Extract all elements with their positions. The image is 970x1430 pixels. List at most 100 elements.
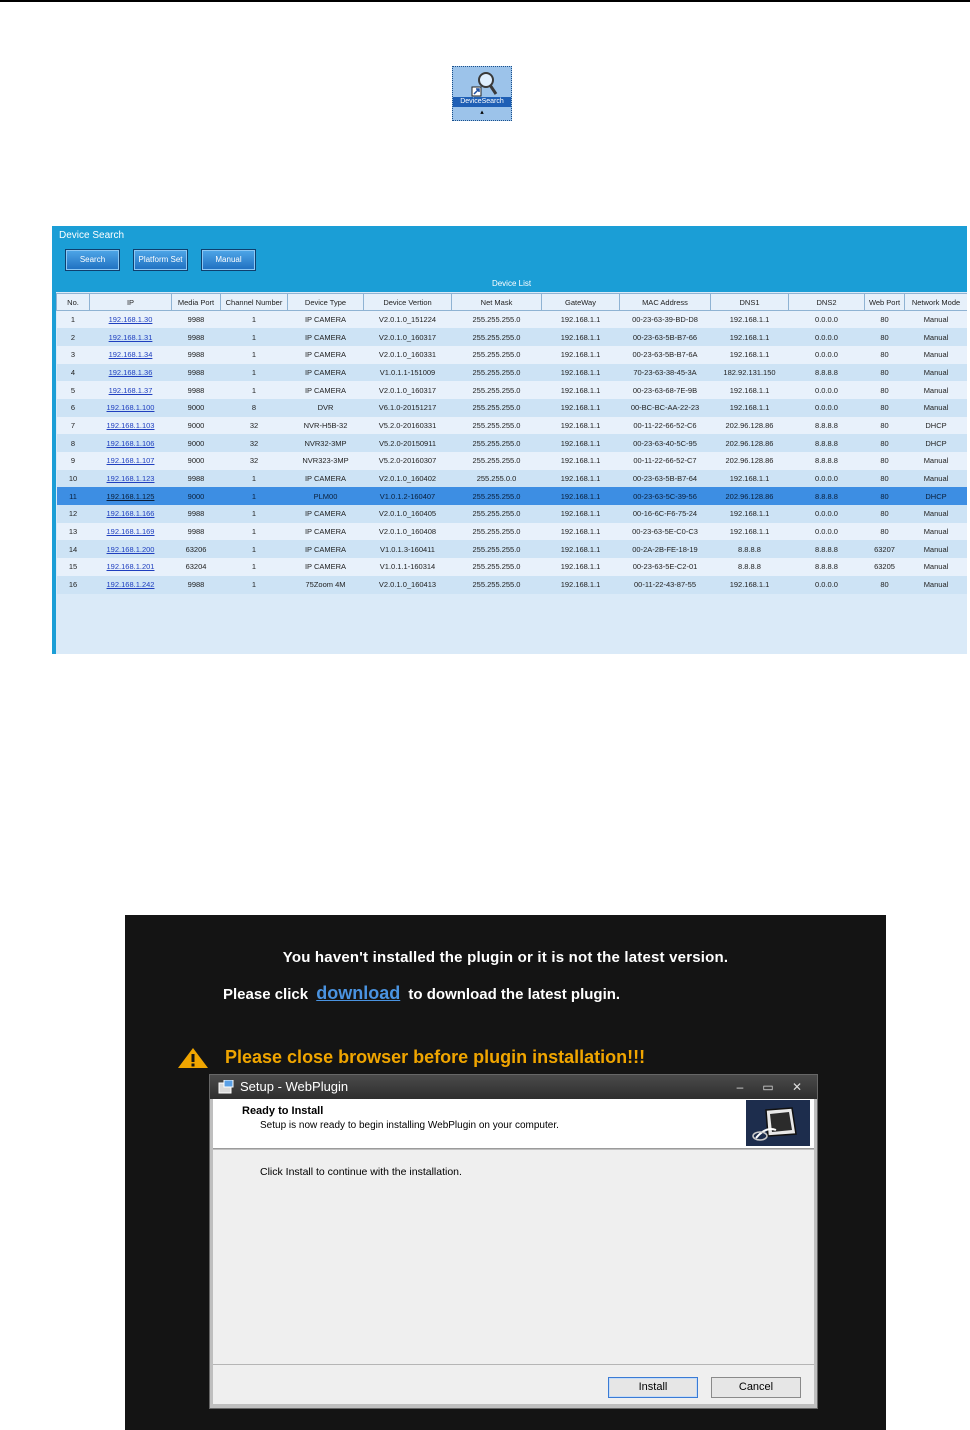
table-cell: 15: [56, 558, 90, 576]
table-cell: 9988: [171, 381, 221, 399]
table-cell: Manual: [904, 310, 967, 329]
device-ip-link[interactable]: 192.168.1.123: [89, 469, 172, 488]
table-cell: 255.255.255.0: [451, 575, 542, 594]
column-header[interactable]: Network Mode: [904, 293, 967, 311]
table-cell: 00-23-63-5C-39-56: [619, 487, 711, 506]
column-header[interactable]: Net Mask: [451, 293, 542, 311]
download-link[interactable]: download: [316, 983, 400, 1003]
table-cell: 0.0.0.0: [788, 381, 865, 399]
table-row[interactable]: 15 192.168.1.201 63204 1 IP CAMERA V1.0.1.1-1…: [56, 558, 967, 576]
table-cell: Manual: [904, 505, 967, 523]
table-cell: 1: [220, 345, 288, 364]
table-cell: IP CAMERA: [287, 469, 364, 488]
table-header-row: No. IP Media Port Channel Number Device Type…: [56, 293, 967, 311]
table-cell: 182.92.131.150: [710, 363, 789, 382]
table-cell: 192.168.1.1: [541, 575, 620, 594]
device-ip-link[interactable]: 192.168.1.31: [89, 328, 172, 346]
table-cell: 192.168.1.1: [541, 381, 620, 399]
device-ip-link[interactable]: 192.168.1.107: [89, 452, 172, 470]
table-row[interactable]: 4 192.168.1.36 9988 1 IP CAMERA V1.0.1.1-1510…: [56, 363, 967, 382]
table-cell: Manual: [904, 381, 967, 399]
column-header[interactable]: Device Vertion: [363, 293, 452, 311]
table-cell: V2.0.1.0_160317: [363, 328, 452, 346]
table-cell: 9988: [171, 363, 221, 382]
table-cell: 32: [220, 434, 288, 452]
manual-setting-button[interactable]: Manual Setting: [201, 249, 256, 284]
device-ip-link[interactable]: 192.168.1.125: [89, 487, 172, 506]
table-cell: Manual: [904, 345, 967, 364]
table-cell: 00-23-63-5E-C0-C3: [619, 522, 711, 541]
table-cell: 4: [56, 363, 90, 382]
table-row[interactable]: 1 192.168.1.30 9988 1 IP CAMERA V2.0.1.0_1512…: [56, 310, 967, 329]
device-ip-link[interactable]: 192.168.1.201: [89, 558, 172, 576]
column-header[interactable]: DNS2: [788, 293, 865, 311]
table-cell: V1.0.1.1-160314: [363, 558, 452, 576]
table-row[interactable]: 11 192.168.1.125 9000 1 PLM00 V1.0.1.2-160407…: [56, 487, 967, 506]
table-row[interactable]: 5 192.168.1.37 9988 1 IP CAMERA V2.0.1.0_1603…: [56, 381, 967, 399]
column-header[interactable]: No.: [56, 293, 90, 311]
warning-icon: [178, 1048, 208, 1068]
device-ip-link[interactable]: 192.168.1.200: [89, 540, 172, 559]
device-ip-link[interactable]: 192.168.1.106: [89, 434, 172, 452]
device-search-window: Device Search Search Platform Set Manual…: [52, 226, 967, 654]
table-row[interactable]: 12 192.168.1.166 9988 1 IP CAMERA V2.0.1.0_16…: [56, 505, 967, 523]
device-ip-link[interactable]: 192.168.1.169: [89, 522, 172, 541]
search-button[interactable]: Search: [65, 249, 120, 271]
table-row[interactable]: 7 192.168.1.103 9000 32 NVR-H5B-32 V5.2.0-201…: [56, 416, 967, 435]
table-cell: 80: [864, 487, 905, 506]
setup-body: Click Install to continue with the insta…: [213, 1150, 814, 1364]
table-cell: 1: [220, 575, 288, 594]
table-cell: 80: [864, 434, 905, 452]
column-header[interactable]: Media Port: [171, 293, 221, 311]
column-header[interactable]: DNS1: [710, 293, 789, 311]
table-cell: 8.8.8.8: [788, 558, 865, 576]
device-ip-link[interactable]: 192.168.1.34: [89, 345, 172, 364]
table-cell: 63206: [171, 540, 221, 559]
install-button[interactable]: Install: [608, 1377, 698, 1398]
table-cell: 255.255.255.0: [451, 398, 542, 417]
table-cell: V1.0.1.3-160411: [363, 540, 452, 559]
table-cell: 8.8.8.8: [788, 540, 865, 559]
maximize-icon[interactable]: ▭: [757, 1075, 779, 1099]
table-cell: 5: [56, 381, 90, 399]
plugin-download-line: Please click download to download the la…: [223, 983, 620, 1004]
device-ip-link[interactable]: 192.168.1.166: [89, 505, 172, 523]
platform-set-button[interactable]: Platform Set: [133, 249, 188, 271]
minimize-icon[interactable]: –: [729, 1075, 751, 1099]
column-header[interactable]: IP: [89, 293, 172, 311]
table-cell: 80: [864, 328, 905, 346]
column-header[interactable]: MAC Address: [619, 293, 711, 311]
device-ip-link[interactable]: 192.168.1.36: [89, 363, 172, 382]
table-cell: 192.168.1.1: [710, 328, 789, 346]
table-row[interactable]: 2 192.168.1.31 9988 1 IP CAMERA V2.0.1.0_1603…: [56, 328, 967, 346]
column-header[interactable]: GateWay: [541, 293, 620, 311]
device-ip-link[interactable]: 192.168.1.103: [89, 416, 172, 435]
table-cell: 0.0.0.0: [788, 398, 865, 417]
close-icon[interactable]: ✕: [786, 1075, 808, 1099]
table-row[interactable]: 9 192.168.1.107 9000 32 NVR323-3MP V5.2.0-201…: [56, 452, 967, 470]
table-cell: V1.0.1.2-160407: [363, 487, 452, 506]
device-ip-link[interactable]: 192.168.1.242: [89, 575, 172, 594]
table-cell: IP CAMERA: [287, 363, 364, 382]
table-row[interactable]: 13 192.168.1.169 9988 1 IP CAMERA V2.0.1.0_16…: [56, 522, 967, 541]
column-header[interactable]: Device Type: [287, 293, 364, 311]
table-row[interactable]: 8 192.168.1.106 9000 32 NVR32-3MP V5.2.0-2015…: [56, 434, 967, 452]
device-ip-link[interactable]: 192.168.1.37: [89, 381, 172, 399]
column-header[interactable]: Web Port: [864, 293, 905, 311]
table-cell: 255.255.255.0: [451, 381, 542, 399]
device-ip-link[interactable]: 192.168.1.100: [89, 398, 172, 417]
table-cell: 192.168.1.1: [541, 345, 620, 364]
table-row[interactable]: 3 192.168.1.34 9988 1 IP CAMERA V2.0.1.0_1603…: [56, 345, 967, 364]
table-cell: 1: [220, 522, 288, 541]
device-search-shortcut[interactable]: DeviceSearch ▴: [452, 66, 512, 121]
table-cell: 8.8.8.8: [710, 540, 789, 559]
cancel-button[interactable]: Cancel: [711, 1377, 801, 1398]
device-ip-link[interactable]: 192.168.1.30: [89, 310, 172, 329]
table-row[interactable]: 14 192.168.1.200 63206 1 IP CAMERA V1.0.1.3-1…: [56, 540, 967, 559]
table-cell: 192.168.1.1: [541, 469, 620, 488]
table-row[interactable]: 16 192.168.1.242 9988 1 75Zoom 4M V2.0.1.0_16…: [56, 575, 967, 594]
table-row[interactable]: 10 192.168.1.123 9988 1 IP CAMERA V2.0.1.0_16…: [56, 469, 967, 488]
computer-install-icon: [746, 1100, 810, 1146]
column-header[interactable]: Channel Number: [220, 293, 288, 311]
table-row[interactable]: 6 192.168.1.100 9000 8 DVR V6.1.0-20151217 255…: [56, 398, 967, 417]
